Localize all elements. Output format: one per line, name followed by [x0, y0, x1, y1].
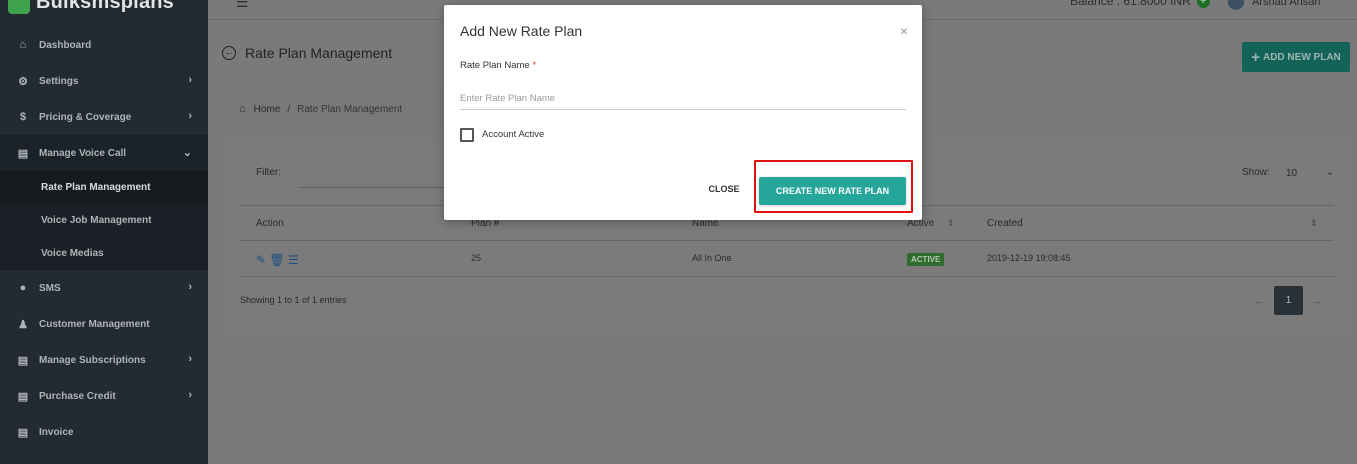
- sidebar-item-voice-job[interactable]: Voice Job Management: [0, 204, 208, 237]
- cell-plan: 25: [471, 253, 482, 263]
- hamburger-menu-icon[interactable]: ☰: [236, 0, 249, 11]
- add-new-plan-label: ADD NEW PLAN: [1262, 51, 1341, 63]
- breadcrumb-separator: /: [287, 103, 291, 115]
- edit-icon[interactable]: ✎: [256, 253, 266, 267]
- sidebar-item-label: Settings: [39, 75, 79, 87]
- entries-info: Showing 1 to 1 of 1 entries: [240, 295, 347, 305]
- page-size-value: 10: [1286, 168, 1298, 179]
- cell-created: 2019-12-19 19:08:45: [987, 253, 1071, 263]
- pagination: ← 1 →: [1248, 286, 1329, 315]
- sidebar-item-purchase-credit[interactable]: ▤ Purchase Credit ›: [0, 378, 208, 414]
- close-icon[interactable]: ×: [900, 23, 908, 39]
- sidebar-item-pricing[interactable]: $ Pricing & Coverage ›: [0, 99, 208, 135]
- home-icon: ⌂: [19, 39, 27, 51]
- sort-icon[interactable]: ⇕: [947, 218, 955, 229]
- table-row: ✎ 🗑 ☰ 25 All In One ACTIVE 2019-12-19 19…: [240, 241, 1334, 277]
- chevron-right-icon: ›: [188, 74, 192, 86]
- sidebar-item-label: Invoice: [39, 426, 74, 438]
- chevron-right-icon: ›: [188, 110, 192, 122]
- sidebar-nav: ⌂ Dashboard ⚙ Settings › $ Pricing & Cov…: [0, 27, 208, 450]
- sidebar-item-settings[interactable]: ⚙ Settings ›: [0, 63, 208, 99]
- sidebar-item-sms[interactable]: ● SMS ›: [0, 270, 208, 306]
- filter-label: Filter:: [256, 167, 281, 178]
- show-label: Show:: [1242, 167, 1270, 178]
- chevron-down-icon: ⌄: [1325, 167, 1334, 178]
- comment-icon: ●: [19, 282, 27, 294]
- sidebar-item-customer[interactable]: ♟ Customer Management: [0, 306, 208, 342]
- sidebar-item-voice-medias[interactable]: Voice Medias: [0, 237, 208, 270]
- sidebar-item-dashboard[interactable]: ⌂ Dashboard: [0, 27, 208, 63]
- cogs-icon: ⚙: [18, 75, 28, 88]
- list-icon: ▤: [17, 390, 29, 403]
- sidebar-item-label: Manage Voice Call: [39, 147, 127, 159]
- sidebar-item-label: Pricing & Coverage: [39, 111, 132, 123]
- sort-icon[interactable]: ⇕: [1310, 218, 1318, 229]
- list-details-icon[interactable]: ☰: [288, 253, 299, 267]
- page-number-button[interactable]: 1: [1274, 286, 1303, 315]
- highlight-box: [754, 160, 913, 213]
- sidebar-item-label: Customer Management: [39, 318, 150, 330]
- field-label-text: Rate Plan Name: [460, 60, 530, 71]
- user-name: Arshad Ansari: [1252, 0, 1321, 8]
- row-actions: ✎ 🗑 ☰: [256, 253, 299, 267]
- logo[interactable]: Bulksmsplans: [8, 0, 174, 16]
- prev-page-icon[interactable]: ←: [1248, 295, 1272, 307]
- chevron-right-icon: ›: [188, 389, 192, 401]
- sidebar-item-invoice[interactable]: ▤ Invoice: [0, 414, 208, 450]
- sidebar-item-subscriptions[interactable]: ▤ Manage Subscriptions ›: [0, 342, 208, 378]
- list-icon: ▤: [17, 426, 29, 439]
- cell-name: All In One: [692, 253, 732, 263]
- rate-plan-name-input[interactable]: [460, 88, 906, 110]
- add-new-plan-button[interactable]: + ADD NEW PLAN: [1242, 42, 1350, 72]
- chevron-right-icon: ›: [188, 353, 192, 365]
- page-size-select[interactable]: 10 ⌄: [1286, 167, 1334, 184]
- sidebar-item-label: SMS: [39, 282, 61, 294]
- breadcrumb-current: Rate Plan Management: [297, 103, 403, 115]
- logo-badge-icon: [8, 0, 30, 14]
- delete-icon[interactable]: 🗑: [269, 253, 284, 267]
- user-icon: ♟: [18, 318, 28, 331]
- add-balance-icon[interactable]: +: [1196, 0, 1210, 8]
- status-badge: ACTIVE: [907, 253, 945, 266]
- next-page-icon[interactable]: →: [1305, 295, 1329, 307]
- avatar: [1228, 0, 1244, 10]
- chevron-right-icon: ›: [188, 281, 192, 293]
- home-icon: ⌂: [239, 103, 246, 115]
- list-icon: ▤: [17, 147, 29, 160]
- user-menu[interactable]: Arshad Ansari: [1228, 0, 1320, 10]
- account-active-checkbox[interactable]: [460, 128, 474, 142]
- voice-submenu: Rate Plan Management Voice Job Managemen…: [0, 171, 208, 270]
- list-icon: ▤: [17, 354, 29, 367]
- chevron-down-icon: ⌄: [182, 147, 192, 159]
- sidebar-item-label: Purchase Credit: [39, 390, 116, 402]
- filter-input[interactable]: [299, 187, 449, 188]
- sidebar-item-voice-call[interactable]: ▤ Manage Voice Call ⌄: [0, 135, 208, 171]
- breadcrumb-home[interactable]: Home: [254, 104, 281, 115]
- dollar-icon: $: [19, 111, 27, 123]
- page-title-text: Rate Plan Management: [245, 45, 393, 61]
- sidebar-item-label: Manage Subscriptions: [39, 354, 146, 366]
- sidebar: Bulksmsplans ⌂ Dashboard ⚙ Settings › $ …: [0, 0, 208, 464]
- balance-text: Balance : 61.8000 INR: [1070, 0, 1191, 8]
- plus-icon: +: [1251, 48, 1260, 66]
- back-arrow-icon[interactable]: ←: [222, 46, 236, 60]
- sidebar-item-rate-plan[interactable]: Rate Plan Management: [0, 171, 208, 204]
- account-active-label[interactable]: Account Active: [482, 129, 544, 140]
- column-header-created[interactable]: Created: [987, 218, 1023, 229]
- required-mark: *: [532, 60, 537, 71]
- balance-display: Balance : 61.8000 INR +: [1070, 0, 1210, 8]
- close-button[interactable]: CLOSE: [701, 178, 747, 200]
- page-title: ← Rate Plan Management: [222, 45, 392, 61]
- column-header-action: Action: [256, 218, 284, 229]
- logo-text: Bulksmsplans: [36, 0, 175, 13]
- modal-title: Add New Rate Plan: [460, 23, 583, 39]
- rate-plan-name-label: Rate Plan Name *: [460, 60, 536, 71]
- sidebar-item-label: Dashboard: [39, 39, 92, 51]
